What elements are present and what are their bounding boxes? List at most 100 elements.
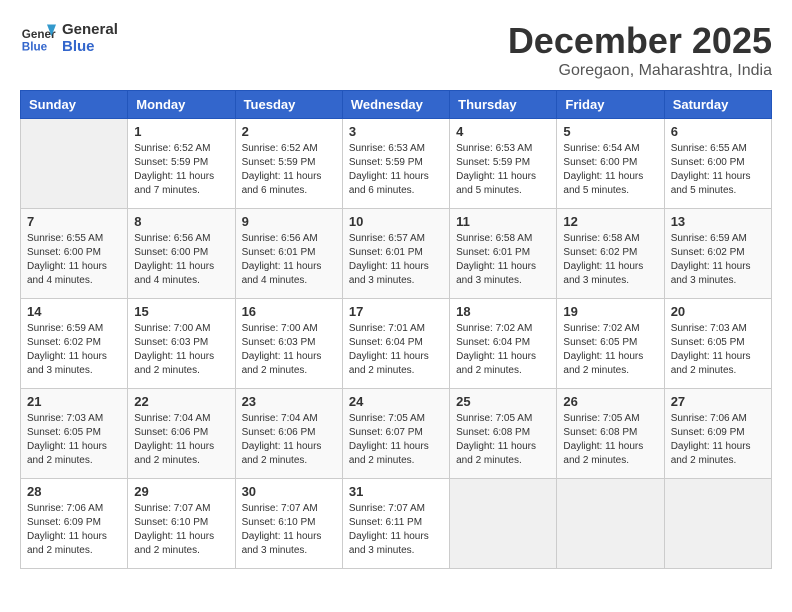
day-number: 8: [134, 214, 228, 229]
day-number: 2: [242, 124, 336, 139]
day-info: Sunrise: 7:00 AM Sunset: 6:03 PM Dayligh…: [242, 322, 336, 378]
calendar-cell: 2 Sunrise: 6:52 AM Sunset: 5:59 PM Daylig…: [235, 119, 342, 209]
day-info: Sunrise: 7:06 AM Sunset: 6:09 PM Dayligh…: [27, 502, 121, 558]
day-number: 30: [242, 484, 336, 499]
calendar-week-3: 14 Sunrise: 6:59 AM Sunset: 6:02 PM Dayli…: [21, 299, 772, 389]
day-info: Sunrise: 7:03 AM Sunset: 6:05 PM Dayligh…: [27, 412, 121, 468]
day-info: Sunrise: 6:56 AM Sunset: 6:00 PM Dayligh…: [134, 232, 228, 288]
title-block: December 2025 Goregaon, Maharashtra, Ind…: [508, 20, 772, 80]
day-info: Sunrise: 6:52 AM Sunset: 5:59 PM Dayligh…: [242, 142, 336, 198]
day-number: 25: [456, 394, 550, 409]
day-info: Sunrise: 6:56 AM Sunset: 6:01 PM Dayligh…: [242, 232, 336, 288]
day-info: Sunrise: 7:07 AM Sunset: 6:10 PM Dayligh…: [134, 502, 228, 558]
calendar-cell: 30 Sunrise: 7:07 AM Sunset: 6:10 PM Dayli…: [235, 479, 342, 569]
calendar-cell: 29 Sunrise: 7:07 AM Sunset: 6:10 PM Dayli…: [128, 479, 235, 569]
day-number: 4: [456, 124, 550, 139]
calendar-cell: 12 Sunrise: 6:58 AM Sunset: 6:02 PM Dayli…: [557, 209, 664, 299]
day-number: 7: [27, 214, 121, 229]
day-info: Sunrise: 6:55 AM Sunset: 6:00 PM Dayligh…: [27, 232, 121, 288]
day-info: Sunrise: 6:52 AM Sunset: 5:59 PM Dayligh…: [134, 142, 228, 198]
calendar-cell: [21, 119, 128, 209]
day-number: 24: [349, 394, 443, 409]
calendar-week-2: 7 Sunrise: 6:55 AM Sunset: 6:00 PM Daylig…: [21, 209, 772, 299]
calendar-cell: 10 Sunrise: 6:57 AM Sunset: 6:01 PM Dayli…: [342, 209, 449, 299]
day-info: Sunrise: 7:07 AM Sunset: 6:11 PM Dayligh…: [349, 502, 443, 558]
calendar-cell: 23Sunrise: 7:04 AM Sunset: 6:06 PM Dayli…: [235, 389, 342, 479]
calendar-cell: [664, 479, 771, 569]
calendar-cell: 27 Sunrise: 7:06 AM Sunset: 6:09 PM Dayli…: [664, 389, 771, 479]
calendar-cell: 19 Sunrise: 7:02 AM Sunset: 6:05 PM Dayli…: [557, 299, 664, 389]
calendar-cell: 24 Sunrise: 7:05 AM Sunset: 6:07 PM Dayli…: [342, 389, 449, 479]
day-info: Sunrise: 7:07 AM Sunset: 6:10 PM Dayligh…: [242, 502, 336, 558]
calendar-cell: 31 Sunrise: 7:07 AM Sunset: 6:11 PM Dayli…: [342, 479, 449, 569]
day-number: 31: [349, 484, 443, 499]
day-info: Sunrise: 6:58 AM Sunset: 6:02 PM Dayligh…: [563, 232, 657, 288]
day-info: Sunrise: 7:01 AM Sunset: 6:04 PM Dayligh…: [349, 322, 443, 378]
day-number: 12: [563, 214, 657, 229]
day-info: Sunrise: 6:59 AM Sunset: 6:02 PM Dayligh…: [27, 322, 121, 378]
calendar-table: SundayMondayTuesdayWednesdayThursdayFrid…: [20, 90, 772, 569]
day-number: 5: [563, 124, 657, 139]
calendar-week-1: 1Sunrise: 6:52 AM Sunset: 5:59 PM Daylig…: [21, 119, 772, 209]
day-info: Sunrise: 7:05 AM Sunset: 6:08 PM Dayligh…: [456, 412, 550, 468]
day-info: Sunrise: 6:59 AM Sunset: 6:02 PM Dayligh…: [671, 232, 765, 288]
calendar-cell: 16 Sunrise: 7:00 AM Sunset: 6:03 PM Dayli…: [235, 299, 342, 389]
calendar-cell: 14 Sunrise: 6:59 AM Sunset: 6:02 PM Dayli…: [21, 299, 128, 389]
day-number: 16: [242, 304, 336, 319]
calendar-cell: 5 Sunrise: 6:54 AM Sunset: 6:00 PM Daylig…: [557, 119, 664, 209]
day-number: 27: [671, 394, 765, 409]
calendar-cell: 1Sunrise: 6:52 AM Sunset: 5:59 PM Daylig…: [128, 119, 235, 209]
calendar-cell: 3 Sunrise: 6:53 AM Sunset: 5:59 PM Daylig…: [342, 119, 449, 209]
day-info: Sunrise: 6:53 AM Sunset: 5:59 PM Dayligh…: [349, 142, 443, 198]
logo-general: General: [62, 21, 118, 38]
day-number: 10: [349, 214, 443, 229]
calendar-header: SundayMondayTuesdayWednesdayThursdayFrid…: [21, 91, 772, 119]
day-info: Sunrise: 7:06 AM Sunset: 6:09 PM Dayligh…: [671, 412, 765, 468]
day-number: 28: [27, 484, 121, 499]
day-info: Sunrise: 6:54 AM Sunset: 6:00 PM Dayligh…: [563, 142, 657, 198]
day-info: Sunrise: 6:53 AM Sunset: 5:59 PM Dayligh…: [456, 142, 550, 198]
day-number: 17: [349, 304, 443, 319]
day-header-monday: Monday: [128, 91, 235, 119]
day-info: Sunrise: 7:02 AM Sunset: 6:05 PM Dayligh…: [563, 322, 657, 378]
calendar-cell: 22Sunrise: 7:04 AM Sunset: 6:06 PM Dayli…: [128, 389, 235, 479]
logo-blue: Blue: [62, 38, 118, 55]
day-number: 3: [349, 124, 443, 139]
day-header-thursday: Thursday: [450, 91, 557, 119]
calendar-cell: [557, 479, 664, 569]
calendar-cell: 4 Sunrise: 6:53 AM Sunset: 5:59 PM Daylig…: [450, 119, 557, 209]
calendar-cell: 26Sunrise: 7:05 AM Sunset: 6:08 PM Dayli…: [557, 389, 664, 479]
calendar-cell: 8 Sunrise: 6:56 AM Sunset: 6:00 PM Daylig…: [128, 209, 235, 299]
calendar-cell: 21Sunrise: 7:03 AM Sunset: 6:05 PM Dayli…: [21, 389, 128, 479]
calendar-cell: 17 Sunrise: 7:01 AM Sunset: 6:04 PM Dayli…: [342, 299, 449, 389]
day-info: Sunrise: 7:03 AM Sunset: 6:05 PM Dayligh…: [671, 322, 765, 378]
day-info: Sunrise: 7:05 AM Sunset: 6:07 PM Dayligh…: [349, 412, 443, 468]
day-info: Sunrise: 6:57 AM Sunset: 6:01 PM Dayligh…: [349, 232, 443, 288]
day-number: 19: [563, 304, 657, 319]
calendar-cell: 20 Sunrise: 7:03 AM Sunset: 6:05 PM Dayli…: [664, 299, 771, 389]
logo: General Blue General Blue: [20, 20, 118, 56]
day-number: 26: [563, 394, 657, 409]
day-number: 9: [242, 214, 336, 229]
day-number: 13: [671, 214, 765, 229]
day-header-wednesday: Wednesday: [342, 91, 449, 119]
day-number: 20: [671, 304, 765, 319]
calendar-cell: 15Sunrise: 7:00 AM Sunset: 6:03 PM Dayli…: [128, 299, 235, 389]
calendar-cell: 28 Sunrise: 7:06 AM Sunset: 6:09 PM Dayli…: [21, 479, 128, 569]
calendar-cell: 6Sunrise: 6:55 AM Sunset: 6:00 PM Daylig…: [664, 119, 771, 209]
day-number: 23: [242, 394, 336, 409]
day-info: Sunrise: 6:55 AM Sunset: 6:00 PM Dayligh…: [671, 142, 765, 198]
calendar-cell: 18Sunrise: 7:02 AM Sunset: 6:04 PM Dayli…: [450, 299, 557, 389]
day-info: Sunrise: 7:02 AM Sunset: 6:04 PM Dayligh…: [456, 322, 550, 378]
logo-icon: General Blue: [20, 20, 56, 56]
calendar-cell: 13 Sunrise: 6:59 AM Sunset: 6:02 PM Dayli…: [664, 209, 771, 299]
svg-text:Blue: Blue: [22, 41, 48, 54]
calendar-cell: 25 Sunrise: 7:05 AM Sunset: 6:08 PM Dayli…: [450, 389, 557, 479]
day-header-saturday: Saturday: [664, 91, 771, 119]
day-number: 14: [27, 304, 121, 319]
calendar-week-4: 21Sunrise: 7:03 AM Sunset: 6:05 PM Dayli…: [21, 389, 772, 479]
day-number: 29: [134, 484, 228, 499]
day-info: Sunrise: 6:58 AM Sunset: 6:01 PM Dayligh…: [456, 232, 550, 288]
calendar-week-5: 28 Sunrise: 7:06 AM Sunset: 6:09 PM Dayli…: [21, 479, 772, 569]
day-number: 11: [456, 214, 550, 229]
